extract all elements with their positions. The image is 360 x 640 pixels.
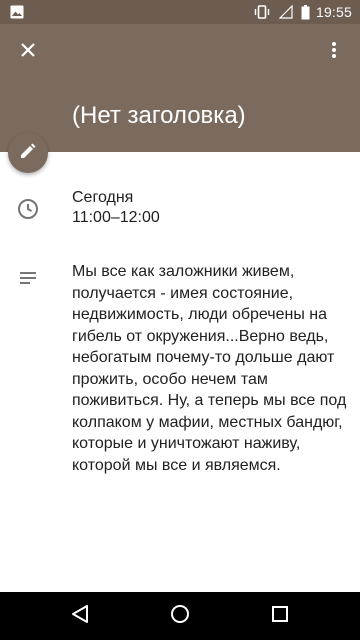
back-icon	[71, 604, 89, 629]
edit-button[interactable]	[8, 133, 48, 173]
more-vert-icon	[332, 41, 336, 63]
vibrate-icon	[253, 5, 271, 19]
recents-button[interactable]	[268, 604, 292, 628]
home-button[interactable]	[168, 604, 192, 628]
status-icons: 19:55	[253, 0, 352, 24]
clock-icon	[16, 197, 40, 221]
battery-icon	[301, 4, 310, 20]
event-header: (Нет заголовка)	[0, 24, 360, 152]
close-button[interactable]	[10, 34, 46, 70]
notes-icon	[16, 266, 40, 290]
event-time[interactable]: Сегодня 11:00–12:00	[72, 188, 160, 228]
back-button[interactable]	[68, 604, 92, 628]
more-options-button[interactable]	[316, 34, 352, 70]
home-icon	[170, 604, 190, 629]
close-icon	[21, 42, 35, 62]
navigation-bar	[0, 592, 360, 640]
event-title: (Нет заголовка)	[72, 102, 246, 129]
status-bar: 19:55	[0, 0, 360, 24]
status-time: 19:55	[315, 4, 352, 20]
image-icon	[10, 5, 24, 19]
recents-icon	[271, 605, 289, 628]
pencil-icon	[19, 142, 37, 165]
event-day: Сегодня	[72, 189, 134, 206]
event-time-range: 11:00–12:00	[72, 209, 160, 226]
event-description: Мы все как заложники живем, получается -…	[72, 263, 347, 474]
event-detail-screen: 19:55 (Нет заголовка) Сегодня 11:00–12:0…	[0, 0, 360, 640]
signal-icon	[278, 5, 293, 19]
